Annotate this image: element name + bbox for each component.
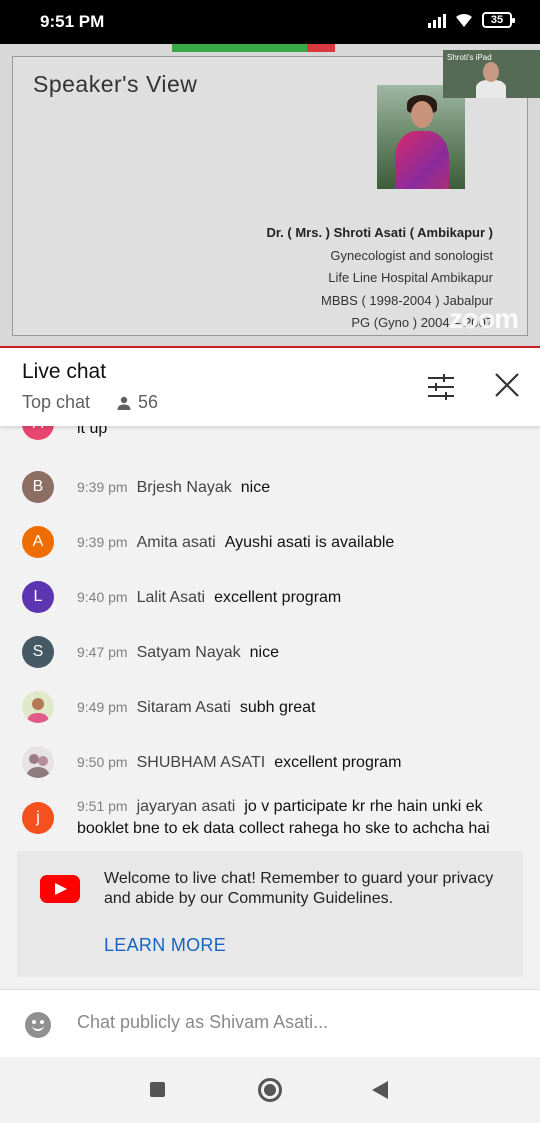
avatar: S — [22, 636, 54, 668]
status-bar: 9:51 PM 35 — [0, 0, 540, 44]
close-icon[interactable] — [492, 370, 522, 400]
avatar: j — [22, 802, 54, 834]
slide-title: Speaker's View — [33, 71, 198, 97]
chat-input-bar: Chat publicly as Shivam Asati... — [0, 989, 540, 1057]
message-text: subh great — [239, 699, 316, 716]
presentation-slide: Speaker's View Dr. ( Mrs. ) Shroti Asati… — [12, 56, 528, 336]
avatar: A — [22, 426, 54, 440]
message-time: 9:50 pm — [77, 754, 128, 770]
self-view-label: Shroti's iPad — [447, 53, 492, 62]
status-icons: 35 — [428, 12, 515, 28]
list-item: 9:49 pm Sitaram Asati subh great — [0, 691, 540, 723]
message-author: Brjesh Nayak — [136, 479, 232, 496]
chat-header: Live chat Top chat 56 — [0, 348, 540, 426]
message-author: Satyam Nayak — [136, 644, 241, 661]
list-item: A it up — [0, 426, 540, 464]
avatar: L — [22, 581, 54, 613]
home-button[interactable] — [258, 1078, 282, 1102]
message-text: excellent program — [214, 589, 342, 606]
avatar: B — [22, 471, 54, 503]
message-author: Sitaram Asati — [136, 699, 231, 716]
speaker-photo — [377, 85, 465, 189]
message-text: nice — [249, 644, 279, 661]
youtube-icon — [40, 875, 80, 903]
signal-icon — [428, 12, 446, 28]
message-author: Amita asati — [136, 534, 216, 551]
list-item: S 9:47 pm Satyam Nayak nice — [0, 636, 540, 668]
android-nav-bar — [0, 1057, 540, 1123]
speaker-line: Life Line Hospital Ambikapur — [328, 270, 493, 285]
list-item: B 9:39 pm Brjesh Nayak nice — [0, 471, 540, 503]
chat-input[interactable]: Chat publicly as Shivam Asati... — [77, 1012, 328, 1033]
video-player[interactable]: Speaker's View Dr. ( Mrs. ) Shroti Asati… — [0, 44, 540, 347]
learn-more-link[interactable]: LEARN MORE — [104, 935, 226, 956]
message-author: jayaryan asati — [136, 798, 236, 815]
zoom-share-bar — [172, 44, 335, 52]
chat-mode-selector[interactable]: Top chat — [22, 392, 90, 413]
avatar — [22, 691, 54, 723]
list-item: A 9:39 pm Amita asati Ayushi asati is avai… — [0, 526, 540, 558]
message-text: excellent program — [274, 754, 402, 771]
status-time: 9:51 PM — [40, 12, 105, 31]
list-item: 9:50 pm SHUBHAM ASATI excellent program — [0, 746, 540, 778]
person-icon — [117, 396, 131, 410]
message-time: 9:49 pm — [77, 699, 128, 715]
stop-share-button — [307, 44, 335, 52]
self-view-thumbnail: Shroti's iPad — [443, 50, 540, 98]
message-author: SHUBHAM ASATI — [136, 754, 266, 771]
speaker-line: Gynecologist and sonologist — [330, 247, 493, 263]
battery-icon: 35 — [482, 12, 515, 28]
message-text: it up — [77, 426, 108, 437]
list-item: L 9:40 pm Lalit Asati excellent program — [0, 581, 540, 613]
message-time: 9:39 pm — [77, 534, 128, 550]
message-time: 9:39 pm — [77, 479, 128, 495]
chat-title: Live chat — [22, 360, 107, 383]
back-button[interactable] — [372, 1081, 388, 1099]
avatar: A — [22, 526, 54, 558]
avatar — [22, 746, 54, 778]
recents-button[interactable] — [150, 1082, 165, 1097]
zoom-watermark: zoom — [448, 303, 519, 334]
speaker-name: Dr. ( Mrs. ) Shroti Asati ( Ambikapur ) — [266, 225, 493, 240]
welcome-card: Welcome to live chat! Remember to guard … — [17, 851, 523, 977]
viewer-count-value: 56 — [138, 392, 159, 412]
message-author: Lalit Asati — [136, 589, 206, 606]
viewer-count: 56 — [116, 392, 158, 413]
filter-icon[interactable] — [426, 372, 456, 402]
message-text: Ayushi asati is available — [224, 534, 395, 551]
wifi-icon — [456, 13, 472, 27]
message-time: 9:51 pm — [77, 798, 128, 814]
welcome-text: Welcome to live chat! Remember to guard … — [104, 870, 494, 907]
emoji-icon[interactable] — [25, 1012, 51, 1038]
message-time: 9:40 pm — [77, 589, 128, 605]
message-text: nice — [240, 479, 271, 496]
message-time: 9:47 pm — [77, 644, 128, 660]
chat-message-list[interactable]: A it up B 9:39 pm Brjesh Nayak nice A 9:39… — [0, 426, 540, 846]
list-item: j 9:51 pm jayaryan asati jo v participate … — [0, 798, 540, 846]
